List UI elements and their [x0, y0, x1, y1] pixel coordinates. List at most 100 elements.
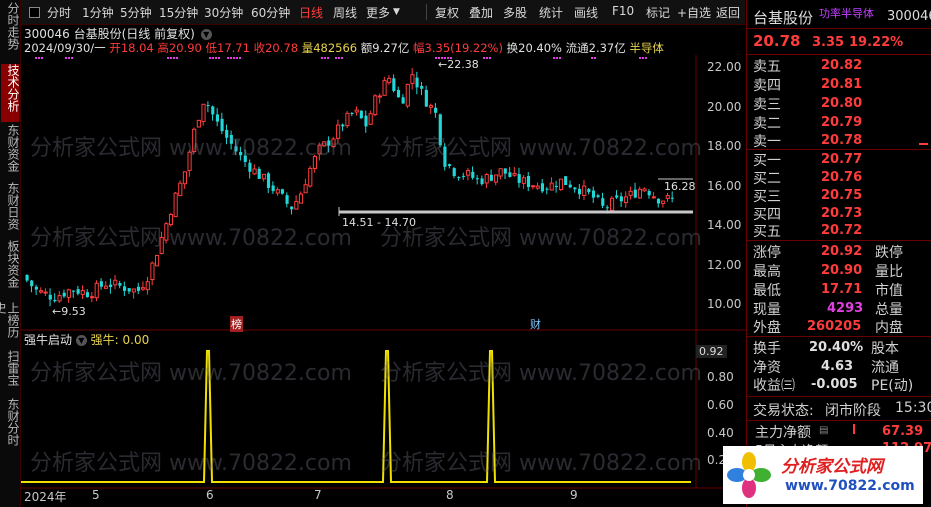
info-close: 收20.78 — [253, 41, 299, 55]
tag-bang[interactable]: 榜 — [230, 316, 243, 332]
signal-dot — [324, 57, 326, 59]
checkbox[interactable] — [29, 7, 40, 18]
capital-label: 股本 — [871, 341, 899, 357]
current-volume-label: 现量 — [753, 302, 781, 318]
ask-4-price[interactable]: 20.81 — [821, 77, 862, 92]
candle-body — [66, 289, 71, 298]
chevron-down-icon[interactable]: ▼ — [393, 7, 400, 17]
chevron-down-icon[interactable]: ▼ — [75, 335, 87, 346]
high-annotation: ←22.38 — [438, 58, 479, 71]
candle-body — [182, 171, 188, 185]
tab-capital[interactable]: 东财资金 — [1, 124, 20, 178]
signal-dot — [167, 57, 169, 59]
candle-body — [471, 171, 475, 178]
outer-disk-value: 260205 — [807, 319, 862, 334]
candle-body — [461, 175, 466, 177]
tab-intraday[interactable]: 分时走势 — [1, 2, 20, 62]
period-60min[interactable]: 60分钟 — [251, 4, 290, 21]
ask-3-price[interactable]: 20.80 — [821, 96, 862, 111]
signal-dot — [65, 57, 67, 59]
concept-tag[interactable]: 功率半导体 — [819, 5, 874, 21]
candle-body — [187, 151, 192, 171]
tab-minesweeper[interactable]: 扫雷宝 — [1, 350, 20, 392]
candle-body — [610, 197, 615, 211]
period-30min[interactable]: 30分钟 — [204, 4, 243, 21]
mark-button[interactable]: 标记 — [646, 4, 670, 21]
overlay-button[interactable]: 叠加 — [469, 4, 493, 21]
f10-button[interactable]: F10 — [612, 4, 634, 18]
signal-dot — [435, 57, 437, 59]
tab-daily-capital[interactable]: 东财日资 — [1, 182, 20, 236]
candle-body — [596, 195, 600, 198]
indicator-value: 强牛: 0.00 — [90, 333, 150, 347]
eps-value: -0.005 — [811, 377, 858, 392]
high-label: 最高 — [753, 264, 781, 280]
bid-5-price[interactable]: 20.72 — [821, 223, 862, 238]
bid-4-price[interactable]: 20.73 — [821, 206, 862, 221]
tab-intraday-capital[interactable]: 东财分时 — [1, 398, 20, 454]
tab-sector-capital[interactable]: 板块资金 — [1, 240, 20, 296]
tab-ranking-history[interactable]: 上榜历史 — [0, 302, 20, 348]
candle-body — [535, 185, 540, 189]
indicator-y-tick: 0.80 — [707, 370, 734, 384]
signal-dot — [486, 57, 488, 59]
candle-body — [498, 168, 503, 177]
period-daily[interactable]: 日线 — [299, 4, 323, 21]
y-tick: 10.00 — [707, 297, 742, 311]
signal-dot — [68, 57, 70, 59]
divider — [747, 240, 931, 241]
y-tick: 20.00 — [707, 100, 742, 114]
draw-line-button[interactable]: 画线 — [574, 4, 598, 21]
total-volume-label: 总量 — [875, 302, 903, 318]
ask-2-price[interactable]: 20.79 — [821, 115, 862, 130]
divider — [747, 396, 931, 397]
pe-label: PE(动) — [871, 378, 914, 394]
add-favorite-button[interactable]: +自选 — [677, 4, 711, 21]
info-turnover: 换20.40% — [506, 41, 562, 55]
period-5min[interactable]: 5分钟 — [120, 4, 152, 21]
ask-1-price[interactable]: 20.78 — [821, 133, 862, 148]
bid-2-price[interactable]: 20.76 — [821, 170, 862, 185]
chevron-down-icon[interactable]: ▼ — [200, 29, 212, 40]
candle-body — [103, 285, 109, 289]
candle-body — [637, 188, 642, 199]
candle-body — [109, 284, 113, 287]
ask-3-label: 卖三 — [753, 97, 781, 113]
period-weekly[interactable]: 周线 — [333, 4, 357, 21]
trade-status-value: 闭市阶段 — [825, 403, 881, 419]
candle-body — [350, 112, 354, 114]
candle-body — [475, 178, 479, 180]
candle-body — [141, 287, 146, 290]
adjust-button[interactable]: 复权 — [435, 4, 459, 21]
low-label: 最低 — [753, 283, 781, 299]
period-fenshi[interactable]: 分时 — [47, 4, 71, 21]
ask-5-price[interactable]: 20.82 — [821, 58, 862, 73]
candle-body — [345, 112, 350, 127]
candle-body — [34, 286, 38, 290]
signal-dot — [553, 57, 555, 59]
candle-body — [229, 134, 233, 144]
bid-1-price[interactable]: 20.77 — [821, 152, 862, 167]
tab-technical[interactable]: 技术分析 — [1, 64, 20, 122]
candle-body — [377, 95, 383, 98]
candle-body — [420, 85, 424, 89]
period-1min[interactable]: 1分钟 — [82, 4, 114, 21]
indicator-y-tick: 0.60 — [707, 398, 734, 412]
stats-button[interactable]: 统计 — [539, 4, 563, 21]
candle-body — [568, 184, 572, 188]
signal-dot — [327, 57, 329, 59]
inner-disk-label: 内盘 — [875, 320, 903, 336]
signal-dot — [170, 57, 172, 59]
tag-cai[interactable]: 财 — [530, 316, 541, 332]
candle-body — [651, 196, 656, 199]
period-15min[interactable]: 15分钟 — [159, 4, 198, 21]
back-button[interactable]: 返回 — [716, 4, 740, 21]
signal-dot — [230, 57, 232, 59]
candle-body — [266, 173, 271, 188]
table-icon[interactable]: ▤ — [819, 425, 828, 436]
multi-stock-button[interactable]: 多股 — [503, 4, 527, 21]
candle-body — [554, 185, 558, 187]
bid-3-price[interactable]: 20.75 — [821, 188, 862, 203]
chart-canvas[interactable] — [21, 55, 746, 507]
period-more[interactable]: 更多 — [366, 4, 390, 21]
